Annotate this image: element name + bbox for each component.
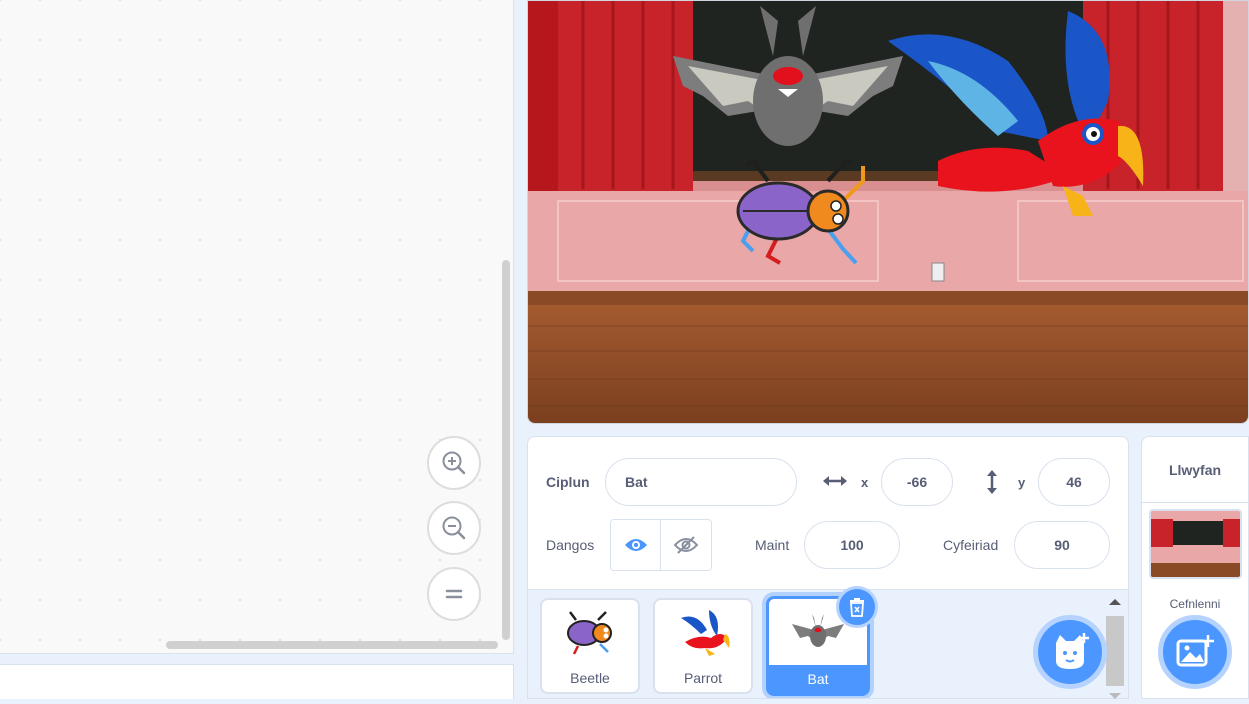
choose-sprite-button[interactable] <box>1033 615 1107 689</box>
y-position-input[interactable]: 46 <box>1038 458 1110 506</box>
cat-plus-icon <box>1056 633 1089 669</box>
workspace-bottom-bar <box>0 664 514 699</box>
x-label: x <box>861 475 869 490</box>
sprite-info-panel: Ciplun Bat x -66 y 46 Dangos Maint 100 C… <box>527 436 1129 590</box>
x-position-icon <box>823 476 847 486</box>
sprite-tile-label: Parrot <box>683 670 723 686</box>
image-plus-icon <box>1176 635 1214 667</box>
workspace-horizontal-scrollbar[interactable] <box>166 641 498 649</box>
choose-backdrop-button[interactable] <box>1158 615 1232 689</box>
sprite-tile-parrot[interactable]: Parrot <box>653 598 753 694</box>
backdrops-label: Cefnlenni <box>1169 597 1221 611</box>
x-position-input[interactable]: -66 <box>881 458 953 506</box>
stage-scene <box>528 1 1248 423</box>
sprite-list-scroll-thumb[interactable] <box>1106 616 1124 686</box>
zoom-in-button[interactable] <box>427 436 481 490</box>
zoom-reset-icon <box>445 589 463 599</box>
sprite-tile-label: Bat <box>769 665 867 693</box>
zoom-out-icon <box>442 516 466 540</box>
trash-icon <box>850 598 864 617</box>
direction-input[interactable]: 90 <box>1014 521 1110 569</box>
size-input[interactable]: 100 <box>804 521 900 569</box>
zoom-in-icon <box>442 451 466 475</box>
parrot-thumbnail <box>655 600 751 666</box>
backdrop-thumbnail[interactable] <box>1149 509 1242 579</box>
eye-slash-icon <box>674 536 698 554</box>
hide-button[interactable] <box>661 520 711 570</box>
delete-sprite-button[interactable] <box>836 586 878 628</box>
zoom-out-button[interactable] <box>427 501 481 555</box>
stage-panel-title: Llwyfan <box>1142 437 1248 503</box>
sprite-tile-label: Beetle <box>570 670 610 686</box>
visibility-toggle <box>610 519 712 571</box>
show-label: Dangos <box>546 537 595 553</box>
show-button[interactable] <box>611 520 662 570</box>
sprite-name-label: Ciplun <box>546 474 590 490</box>
size-label: Maint <box>755 537 790 553</box>
workspace-vertical-scrollbar[interactable] <box>502 260 510 640</box>
stage-canvas[interactable] <box>527 0 1249 424</box>
eye-icon <box>624 539 647 551</box>
beetle-thumbnail <box>542 600 638 666</box>
code-workspace[interactable] <box>0 0 514 654</box>
sprite-name-input[interactable]: Bat <box>605 458 797 506</box>
sprite-tile-beetle[interactable]: Beetle <box>540 598 640 694</box>
zoom-reset-button[interactable] <box>427 567 481 621</box>
y-position-icon <box>987 470 997 494</box>
direction-label: Cyfeiriad <box>943 537 999 553</box>
y-label: y <box>1018 475 1026 490</box>
